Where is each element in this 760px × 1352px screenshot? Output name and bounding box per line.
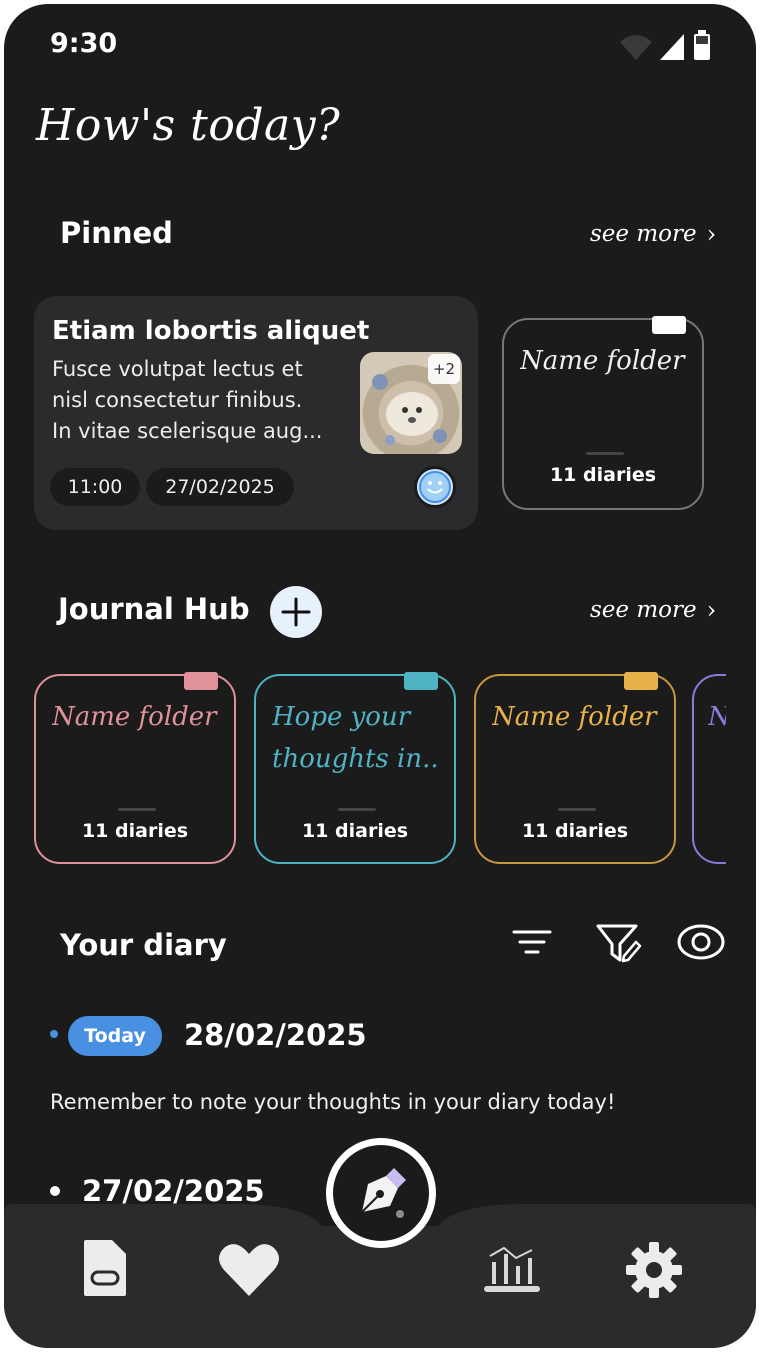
plus-icon	[281, 597, 311, 627]
mood-smiley-icon	[414, 466, 456, 508]
folder-tab	[624, 672, 658, 690]
chevron-right-icon: ›	[706, 596, 717, 624]
journal-folder-4[interactable]: N	[692, 674, 726, 864]
folder-name: N	[708, 696, 726, 738]
note-title: Etiam lobortis aliquet	[52, 316, 370, 346]
folder-count: 11 diaries	[81, 820, 189, 842]
write-entry-button[interactable]	[326, 1138, 436, 1248]
note-time-chip: 11:00	[50, 468, 140, 506]
folder-name: Name folder	[520, 340, 692, 382]
page-title: How's today?	[36, 100, 341, 151]
extra-photos-count: +2	[428, 354, 460, 384]
pen-nib-icon	[361, 1168, 406, 1218]
today-badge: Today	[68, 1016, 162, 1056]
folder-name-line: N	[708, 696, 726, 738]
see-more-label: see more	[590, 597, 697, 623]
add-folder-button[interactable]	[270, 586, 322, 638]
pinned-title: Pinned	[60, 216, 173, 250]
folder-name: Name folder	[52, 696, 224, 738]
journal-folder-1[interactable]: Name folder 11 diaries	[34, 672, 236, 864]
folder-name-line: Name folder	[520, 346, 685, 376]
note-photo-thumbnail[interactable]: +2	[360, 352, 462, 454]
sort-icon[interactable]	[510, 920, 554, 968]
note-line: In vitae scelerisque aug...	[52, 419, 323, 443]
folder-tab	[184, 672, 218, 690]
journal-folder-2[interactable]: Hope your thoughts in.. 11 diaries	[254, 672, 456, 864]
note-line: nisl consectetur finibus.	[52, 388, 303, 412]
folder-divider	[558, 808, 596, 811]
phone-screen: 9:30 How's today? Pinned see more › Etia…	[4, 4, 756, 1348]
folder-name-line: Name folder	[52, 702, 217, 732]
status-icons	[620, 28, 712, 66]
filter-edit-icon[interactable]	[594, 920, 642, 972]
folder-count: 11 diaries	[301, 820, 409, 842]
journal-hub-see-more-link[interactable]: see more ›	[590, 596, 716, 624]
diary-reminder-text: Remember to note your thoughts in your d…	[50, 1090, 616, 1114]
see-more-label: see more	[590, 221, 697, 247]
chevron-right-icon: ›	[706, 220, 717, 248]
pinned-see-more-link[interactable]: see more ›	[590, 220, 716, 248]
diary-entry-date[interactable]: 28/02/2025	[184, 1018, 367, 1052]
folder-name-line: Hope your	[272, 702, 411, 732]
signal-battery-icon	[620, 30, 710, 60]
folder-name: Hope your thoughts in..	[272, 696, 444, 780]
journal-hub-title: Journal Hub	[58, 592, 250, 626]
folder-tab	[652, 316, 686, 334]
pinned-note-card[interactable]: Etiam lobortis aliquet Fusce volutpat le…	[34, 296, 478, 530]
eye-icon[interactable]	[676, 920, 726, 968]
note-excerpt: Fusce volutpat lectus et nisl consectetu…	[52, 354, 342, 447]
folder-divider	[118, 808, 156, 811]
folder-count: 11 diaries	[521, 820, 629, 842]
journal-folder-3[interactable]: Name folder 11 diaries	[474, 672, 676, 864]
note-line: Fusce volutpat lectus et	[52, 357, 303, 381]
folder-count: 11 diaries	[549, 464, 657, 486]
folder-divider	[586, 452, 624, 455]
entry-bullet	[50, 1030, 58, 1038]
folder-divider	[338, 808, 376, 811]
heart-icon[interactable]	[218, 1242, 280, 1302]
your-diary-title: Your diary	[60, 928, 227, 962]
folder-name-line: thoughts in..	[272, 744, 439, 774]
folder-tab	[404, 672, 438, 690]
status-time: 9:30	[50, 28, 118, 59]
pinned-folder-card[interactable]: Name folder 11 diaries	[502, 316, 704, 510]
gear-icon[interactable]	[624, 1240, 684, 1304]
folder-name: Name folder	[492, 696, 664, 738]
folder-name-line: Name folder	[492, 702, 657, 732]
chart-icon[interactable]	[482, 1244, 542, 1298]
journal-folder-4-clip: N	[690, 674, 726, 868]
document-icon[interactable]	[82, 1238, 128, 1302]
note-date-chip: 27/02/2025	[146, 468, 294, 506]
